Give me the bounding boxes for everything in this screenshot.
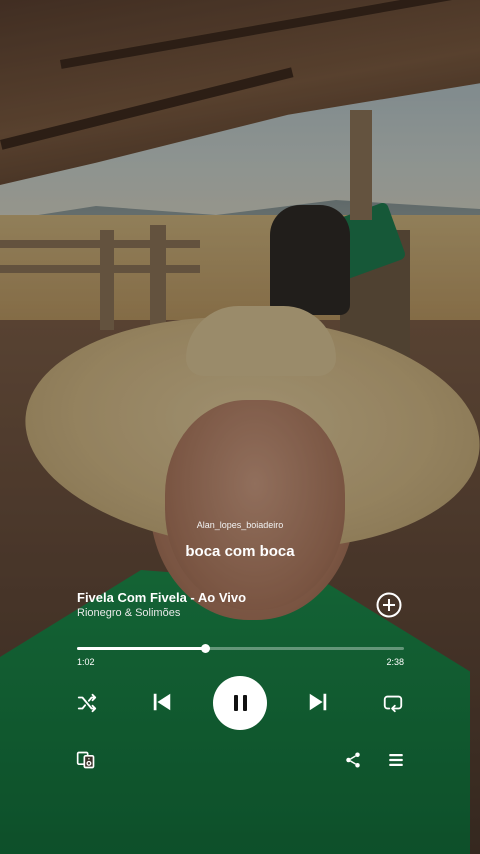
- progress-bar[interactable]: [77, 644, 404, 653]
- queue-icon: [389, 754, 403, 766]
- total-time: 2:38: [386, 657, 404, 667]
- next-button[interactable]: [304, 688, 332, 716]
- pause-icon: [231, 695, 249, 711]
- shuffle-icon: [77, 693, 97, 713]
- share-button[interactable]: [342, 749, 364, 771]
- add-icon: [376, 592, 402, 618]
- repeat-button[interactable]: [380, 690, 406, 716]
- lyrics-author: Alan_lopes_boiadeiro: [196, 520, 284, 530]
- queue-button[interactable]: [385, 749, 407, 771]
- track-title[interactable]: Fivela Com Fivela - Ao Vivo: [77, 590, 246, 605]
- previous-button[interactable]: [148, 688, 176, 716]
- connect-device-button[interactable]: [74, 748, 98, 772]
- share-icon: [346, 752, 360, 768]
- next-icon: [309, 693, 327, 711]
- repeat-icon: [383, 695, 403, 713]
- device-icon: [76, 751, 95, 769]
- shuffle-button[interactable]: [74, 690, 100, 716]
- lyrics-line: boca com boca: [185, 543, 295, 560]
- add-to-library-button[interactable]: [376, 592, 402, 618]
- elapsed-time: 1:02: [77, 657, 95, 667]
- track-artist[interactable]: Rionegro & Solimões: [77, 607, 180, 619]
- pause-button[interactable]: [213, 676, 267, 730]
- previous-icon: [153, 693, 171, 711]
- progress-handle[interactable]: [200, 644, 210, 653]
- progress-fill: [77, 647, 205, 650]
